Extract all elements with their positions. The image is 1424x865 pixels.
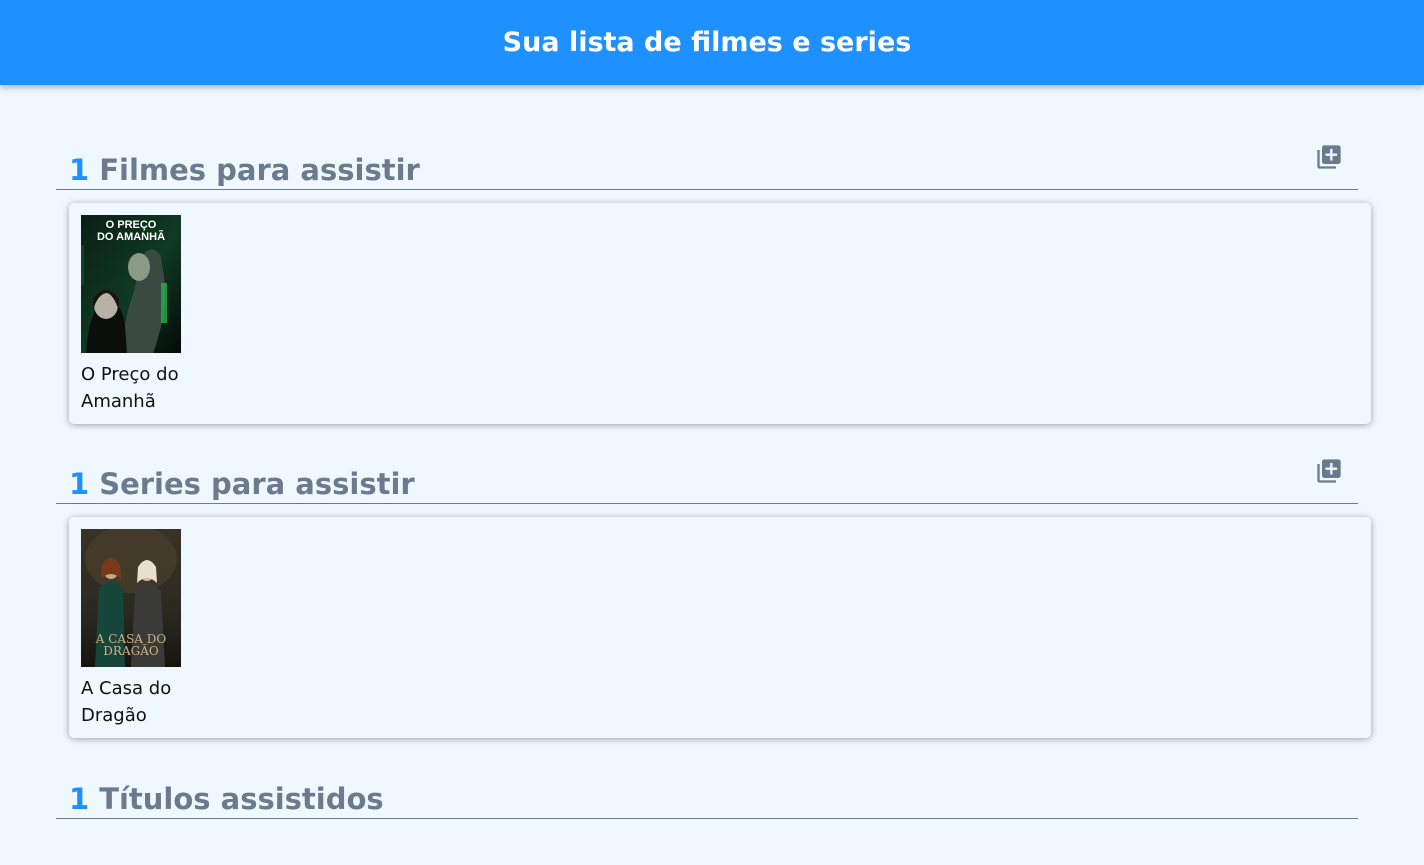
poster-a-casa-do-dragao: A CASA DO DRAGÃO (81, 529, 181, 667)
poster-o-preco-do-amanha: O PREÇO DO AMANHÃ (81, 215, 181, 353)
section-header-series: 1 Series para assistir (56, 444, 1358, 504)
section-header-assistidos: 1 Títulos assistidos (56, 759, 1358, 819)
library-add-icon (1317, 459, 1341, 483)
poster-text-line-1: O PREÇO (105, 219, 157, 231)
list-card-series: A CASA DO DRAGÃO A Casa do Dragão (69, 517, 1371, 738)
page-title: Sua lista de filmes e series (502, 27, 912, 58)
app-header: Sua lista de filmes e series (0, 0, 1424, 85)
section-count: 1 (69, 782, 90, 816)
section-title: 1 Series para assistir (69, 467, 415, 501)
add-filme-button[interactable] (1314, 142, 1344, 172)
poster-text-line-2: DRAGÃO (103, 644, 159, 658)
section-title-text: Títulos assistidos (99, 782, 384, 816)
add-serie-button[interactable] (1314, 456, 1344, 486)
poster-text-line-2: DO AMANHÃ (96, 231, 166, 243)
section-header-filmes: 1 Filmes para assistir (56, 130, 1358, 190)
item-title: O Preço do Amanhã (81, 364, 179, 412)
section-title-text: Series para assistir (99, 467, 415, 501)
list-item[interactable]: O PREÇO DO AMANHÃ O Preço do Amanhã (81, 215, 193, 415)
section-count: 1 (69, 153, 90, 187)
section-title: 1 Filmes para assistir (69, 153, 420, 187)
library-add-icon (1317, 145, 1341, 169)
section-title: 1 Títulos assistidos (69, 782, 384, 816)
list-item[interactable]: A CASA DO DRAGÃO A Casa do Dragão (81, 529, 193, 729)
item-title: A Casa do Dragão (81, 678, 172, 726)
section-count: 1 (69, 467, 90, 501)
section-title-text: Filmes para assistir (99, 153, 420, 187)
list-card-filmes: O PREÇO DO AMANHÃ O Preço do Amanhã (69, 203, 1371, 424)
